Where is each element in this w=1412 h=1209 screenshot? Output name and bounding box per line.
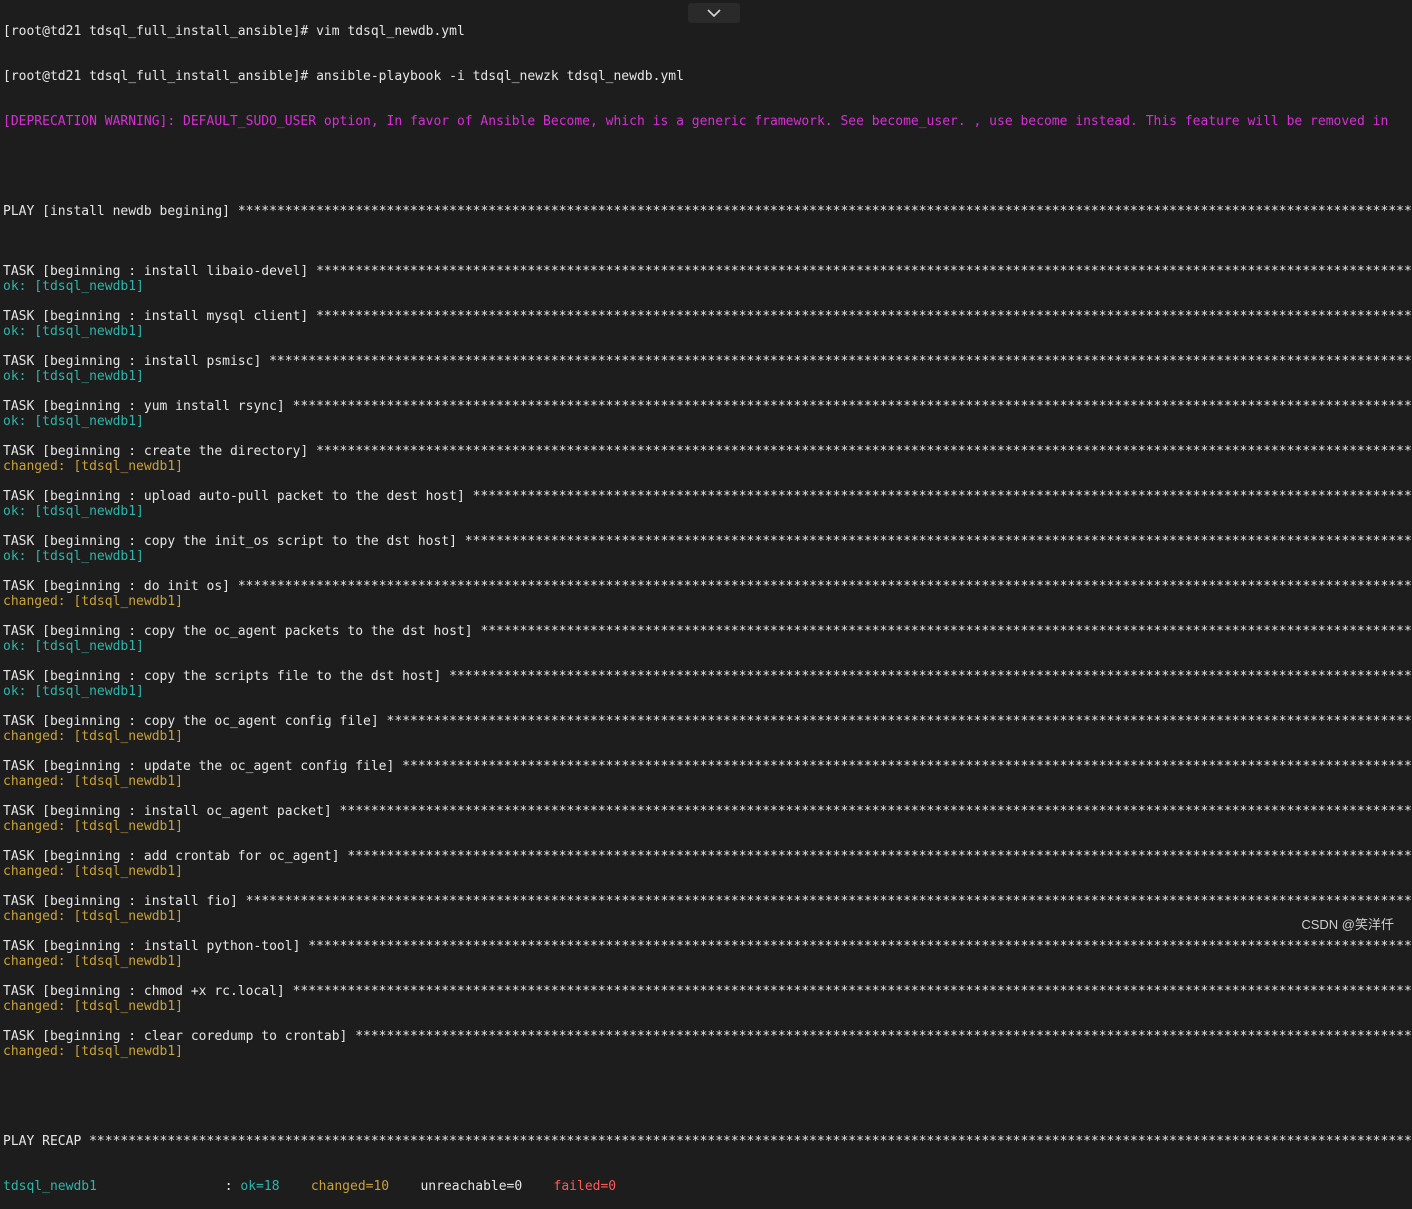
task-header: TASK [beginning : clear coredump to cron…	[3, 1029, 1412, 1044]
task-header: TASK [beginning : install fio] *********…	[3, 894, 1412, 909]
task-title: TASK [beginning : upload auto-pull packe…	[3, 489, 473, 504]
stars-rule: ****************************************…	[355, 1029, 1412, 1044]
recap-ok: ok=18	[240, 1179, 280, 1194]
stars-rule: ****************************************…	[402, 759, 1412, 774]
terminal-output[interactable]: [root@td21 tdsql_full_install_ansible]# …	[3, 0, 1412, 1209]
task-title: TASK [beginning : copy the scripts file …	[3, 669, 450, 684]
stars-rule: ****************************************…	[339, 804, 1412, 819]
task-title: TASK [beginning : install psmisc]	[3, 354, 270, 369]
task-status: ok: [tdsql_newdb1]	[3, 414, 144, 429]
task-title: TASK [beginning : update the oc_agent co…	[3, 759, 403, 774]
recap-host: tdsql_newdb1	[3, 1179, 97, 1194]
task-title: TASK [beginning : install libaio-devel]	[3, 264, 317, 279]
task-header: TASK [beginning : install mysql client] …	[3, 309, 1412, 324]
recap-row: tdsql_newdb1 : ok=18 changed=10 unreacha…	[3, 1179, 1412, 1194]
task-status: ok: [tdsql_newdb1]	[3, 639, 144, 654]
task-header: TASK [beginning : install libaio-devel] …	[3, 264, 1412, 279]
stars-rule: ****************************************…	[237, 579, 1412, 594]
task-header: TASK [beginning : upload auto-pull packe…	[3, 489, 1412, 504]
task-status: ok: [tdsql_newdb1]	[3, 684, 144, 699]
stars-rule: ****************************************…	[316, 264, 1412, 279]
task-status: ok: [tdsql_newdb1]	[3, 279, 144, 294]
stars-rule: ****************************************…	[472, 489, 1412, 504]
task-header: TASK [beginning : install python-tool] *…	[3, 939, 1412, 954]
task-title: TASK [beginning : install python-tool]	[3, 939, 309, 954]
task-status: changed: [tdsql_newdb1]	[3, 1044, 184, 1059]
stars-rule: ****************************************…	[237, 204, 1412, 219]
task-status: changed: [tdsql_newdb1]	[3, 864, 184, 879]
chevron-down-icon	[707, 9, 721, 18]
stars-rule: ****************************************…	[316, 444, 1412, 459]
recap-unreachable: unreachable=0	[420, 1179, 523, 1194]
task-title: TASK [beginning : copy the init_os scrip…	[3, 534, 465, 549]
task-title: TASK [beginning : add crontab for oc_age…	[3, 849, 348, 864]
task-status: changed: [tdsql_newdb1]	[3, 774, 184, 789]
task-status: changed: [tdsql_newdb1]	[3, 459, 184, 474]
task-status: changed: [tdsql_newdb1]	[3, 819, 184, 834]
task-header: TASK [beginning : copy the init_os scrip…	[3, 534, 1412, 549]
stars-rule: ****************************************…	[449, 669, 1412, 684]
task-status: ok: [tdsql_newdb1]	[3, 324, 144, 339]
stars-rule: ****************************************…	[292, 399, 1412, 414]
task-status: ok: [tdsql_newdb1]	[3, 369, 144, 384]
task-status: changed: [tdsql_newdb1]	[3, 729, 184, 744]
task-status: changed: [tdsql_newdb1]	[3, 909, 184, 924]
task-title: TASK [beginning : yum install rsync]	[3, 399, 293, 414]
play-header: PLAY [install newdb begining] **********…	[3, 204, 1412, 219]
task-header: TASK [beginning : create the directory] …	[3, 444, 1412, 459]
task-status: changed: [tdsql_newdb1]	[3, 999, 184, 1014]
task-header: TASK [beginning : copy the scripts file …	[3, 669, 1412, 684]
task-title: TASK [beginning : install fio]	[3, 894, 246, 909]
task-title: TASK [beginning : clear coredump to cron…	[3, 1029, 356, 1044]
task-title: TASK [beginning : copy the oc_agent pack…	[3, 624, 481, 639]
deprecation-warning: [DEPRECATION WARNING]: DEFAULT_SUDO_USER…	[3, 114, 1389, 129]
task-status: changed: [tdsql_newdb1]	[3, 954, 184, 969]
task-title: TASK [beginning : create the directory]	[3, 444, 317, 459]
stars-rule: ****************************************…	[316, 309, 1412, 324]
stars-rule: ****************************************…	[386, 714, 1412, 729]
task-header: TASK [beginning : copy the oc_agent pack…	[3, 624, 1412, 639]
recap-separator: :	[216, 1179, 241, 1194]
stars-rule: ****************************************…	[464, 534, 1412, 549]
task-title: TASK [beginning : install mysql client]	[3, 309, 317, 324]
task-header: TASK [beginning : copy the oc_agent conf…	[3, 714, 1412, 729]
task-header: TASK [beginning : yum install rsync] ***…	[3, 399, 1412, 414]
prompt-line: [root@td21 tdsql_full_install_ansible]# …	[3, 24, 465, 39]
task-status: changed: [tdsql_newdb1]	[3, 594, 184, 609]
prompt-line: [root@td21 tdsql_full_install_ansible]# …	[3, 69, 684, 84]
stars-rule: ****************************************…	[89, 1134, 1412, 1149]
task-header: TASK [beginning : add crontab for oc_age…	[3, 849, 1412, 864]
recap-header: PLAY RECAP *****************************…	[3, 1134, 1412, 1149]
task-status: ok: [tdsql_newdb1]	[3, 549, 144, 564]
stars-rule: ****************************************…	[269, 354, 1412, 369]
stars-rule: ****************************************…	[292, 984, 1412, 999]
task-header: TASK [beginning : do init os] **********…	[3, 579, 1412, 594]
task-title: TASK [beginning : chmod +x rc.local]	[3, 984, 293, 999]
task-header: TASK [beginning : chmod +x rc.local] ***…	[3, 984, 1412, 999]
stars-rule: ****************************************…	[347, 849, 1412, 864]
task-list: TASK [beginning : install libaio-devel] …	[3, 249, 1412, 1059]
play-title: PLAY [install newdb begining]	[3, 204, 238, 219]
task-header: TASK [beginning : install psmisc] ******…	[3, 354, 1412, 369]
task-title: TASK [beginning : install oc_agent packe…	[3, 804, 340, 819]
watermark: CSDN @笑洋仟	[1301, 917, 1394, 932]
task-status: ok: [tdsql_newdb1]	[3, 504, 144, 519]
task-header: TASK [beginning : install oc_agent packe…	[3, 804, 1412, 819]
task-title: TASK [beginning : do init os]	[3, 579, 238, 594]
stars-rule: ****************************************…	[480, 624, 1412, 639]
task-title: TASK [beginning : copy the oc_agent conf…	[3, 714, 387, 729]
task-header: TASK [beginning : update the oc_agent co…	[3, 759, 1412, 774]
stars-rule: ****************************************…	[308, 939, 1412, 954]
stars-rule: ****************************************…	[245, 894, 1412, 909]
recap-title: PLAY RECAP	[3, 1134, 90, 1149]
recap-failed: failed=0	[553, 1179, 617, 1194]
scroll-toggle-button[interactable]	[688, 3, 740, 23]
recap-changed: changed=10	[310, 1179, 390, 1194]
